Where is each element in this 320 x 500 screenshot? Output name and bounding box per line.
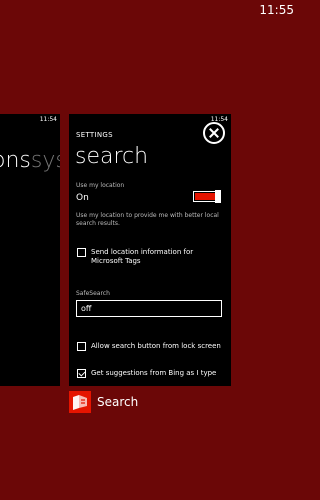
- suggestions-label[interactable]: Get suggestions from Bing as I type: [91, 369, 221, 378]
- lock-screen-checkbox[interactable]: [77, 342, 86, 351]
- status-clock: 11:55: [259, 3, 294, 17]
- lock-screen-label[interactable]: Allow search button from lock screen: [91, 342, 221, 351]
- background-card-title-dim: sys: [30, 148, 60, 173]
- location-label: Use my location: [76, 182, 125, 189]
- page-title: search: [75, 144, 149, 169]
- close-icon[interactable]: [203, 122, 225, 144]
- location-toggle[interactable]: [193, 190, 221, 203]
- toggle-thumb: [215, 190, 221, 203]
- safesearch-field[interactable]: [76, 300, 222, 317]
- location-value: On: [76, 193, 89, 203]
- suggestions-checkbox[interactable]: [77, 369, 86, 378]
- background-card-title: onssys: [0, 148, 60, 173]
- search-settings-card[interactable]: 11:54 SETTINGS search Use my location On…: [69, 114, 231, 386]
- bing-search-icon[interactable]: [69, 391, 91, 413]
- background-app-card[interactable]: 11:54 onssys: [0, 114, 60, 386]
- card-clock: 11:54: [39, 116, 57, 123]
- send-location-checkbox[interactable]: [77, 248, 86, 257]
- settings-section-label: SETTINGS: [76, 131, 113, 139]
- safesearch-label: SafeSearch: [76, 290, 110, 297]
- location-description: Use my location to provide me with bette…: [76, 212, 219, 227]
- send-location-label[interactable]: Send location information for Microsoft …: [91, 248, 221, 266]
- background-card-title-visible: ons: [0, 148, 31, 173]
- bing-logo-icon: [73, 395, 87, 410]
- app-label[interactable]: Search: [97, 395, 138, 409]
- toggle-fill: [195, 193, 216, 200]
